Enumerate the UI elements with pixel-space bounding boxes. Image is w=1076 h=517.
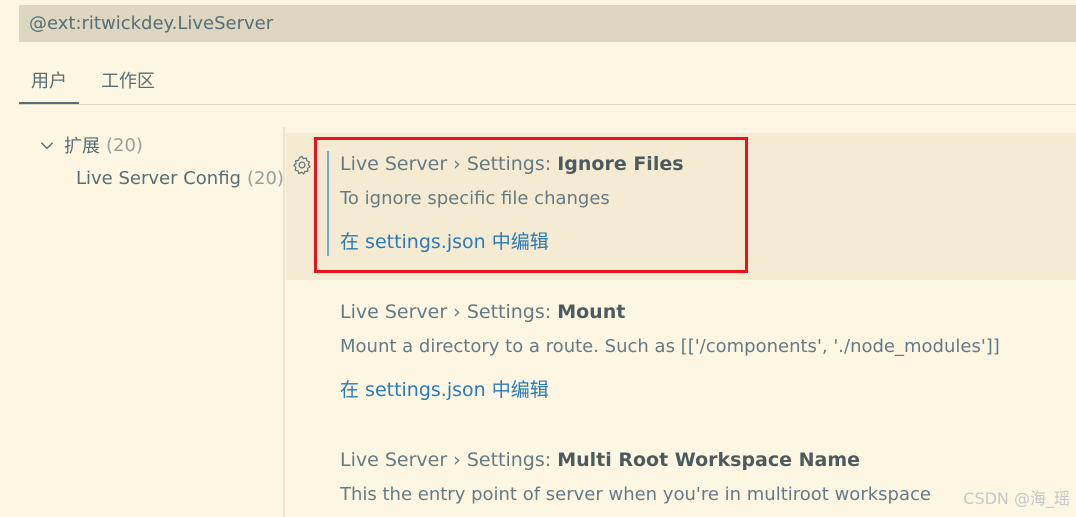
tab-user[interactable]: 用户 <box>19 60 79 104</box>
toc-item-live-server-config[interactable]: Live Server Config (20) <box>76 163 284 193</box>
setting-title: Live Server › Settings: Mount <box>340 301 625 323</box>
toc-group-label: 扩展 <box>64 136 100 157</box>
chevron-down-icon <box>40 142 54 150</box>
toc-group-count: (20) <box>106 134 143 156</box>
annotation-highlight-box <box>314 137 748 273</box>
settings-search-input[interactable]: @ext:ritwickdey.LiveServer <box>19 5 1076 42</box>
toc-group-extensions[interactable]: 扩展 (20) <box>38 130 284 160</box>
watermark: CSDN @海_瑶 <box>963 489 1070 508</box>
gear-icon[interactable] <box>291 154 313 176</box>
edit-in-settings-json-link[interactable]: 在 settings.json 中编辑 <box>340 375 549 402</box>
setting-item-mount[interactable]: Live Server › Settings: Mount Mount a di… <box>286 282 1076 430</box>
settings-editor: @ext:ritwickdey.LiveServer 用户 工作区 扩展 (20… <box>0 0 1076 517</box>
setting-name: Mount <box>557 301 626 323</box>
setting-description: This the entry point of server when you'… <box>340 484 931 505</box>
toc-item-label: Live Server Config <box>76 167 241 189</box>
setting-title: Live Server › Settings: Multi Root Works… <box>340 449 860 471</box>
setting-category: Live Server › Settings: <box>340 301 558 323</box>
toc-item-count: (20) <box>246 167 284 189</box>
setting-item-multi-root-workspace-name[interactable]: Live Server › Settings: Multi Root Works… <box>286 431 1076 517</box>
scope-tabs: 用户 工作区 <box>19 60 177 104</box>
tab-workspace[interactable]: 工作区 <box>101 60 155 104</box>
search-query: @ext:ritwickdey.LiveServer <box>29 13 274 34</box>
setting-description: Mount a directory to a route. Such as [[… <box>340 336 1000 357</box>
toc-divider <box>283 127 285 517</box>
settings-toc: 扩展 (20) Live Server Config (20) <box>38 130 284 193</box>
setting-category: Live Server › Settings: <box>340 449 558 471</box>
tabs-divider <box>19 104 1076 105</box>
setting-name: Multi Root Workspace Name <box>557 449 861 471</box>
